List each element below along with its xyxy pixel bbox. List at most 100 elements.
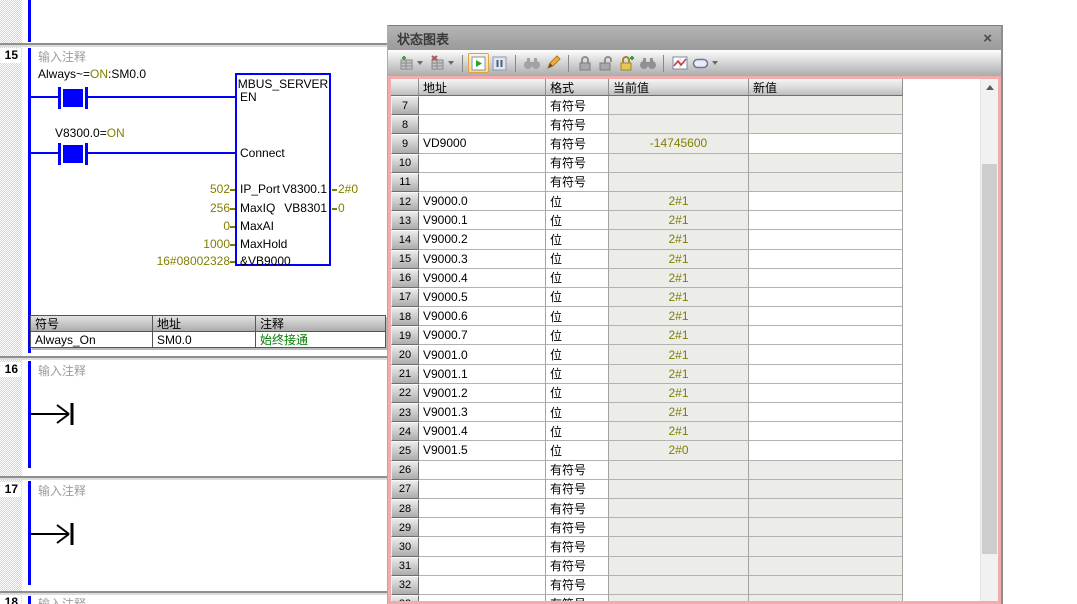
format-cell[interactable]: 有符号: [546, 499, 609, 518]
close-icon[interactable]: ×: [983, 31, 992, 46]
row-number-cell[interactable]: 25: [391, 441, 419, 460]
network-comment[interactable]: 输入注释: [38, 362, 86, 379]
address-cell[interactable]: [419, 518, 546, 537]
row-number-cell[interactable]: 22: [391, 384, 419, 403]
row-number-cell[interactable]: 11: [391, 173, 419, 192]
address-cell[interactable]: [419, 499, 546, 518]
row-number-cell[interactable]: 13: [391, 211, 419, 230]
row-number-cell[interactable]: 17: [391, 288, 419, 307]
address-cell[interactable]: [419, 595, 546, 604]
address-cell[interactable]: V9000.4: [419, 269, 546, 288]
write-all-button[interactable]: [542, 53, 563, 73]
bookmark-button[interactable]: [690, 53, 711, 73]
address-cell[interactable]: [419, 173, 546, 192]
address-cell[interactable]: [419, 480, 546, 499]
new-value-cell[interactable]: [749, 345, 903, 364]
format-cell[interactable]: 有符号: [546, 576, 609, 595]
trend-view-button[interactable]: [669, 53, 690, 73]
read-all-button[interactable]: [521, 53, 542, 73]
address-cell[interactable]: V9000.3: [419, 250, 546, 269]
format-cell[interactable]: 位: [546, 211, 609, 230]
new-value-cell[interactable]: [749, 365, 903, 384]
row-number-cell[interactable]: 31: [391, 557, 419, 576]
delete-row-button[interactable]: [426, 53, 447, 73]
format-cell[interactable]: 位: [546, 422, 609, 441]
row-number-cell[interactable]: 23: [391, 403, 419, 422]
network-comment[interactable]: 输入注释: [38, 48, 86, 65]
new-value-cell[interactable]: [749, 384, 903, 403]
format-cell[interactable]: 位: [546, 230, 609, 249]
new-value-cell[interactable]: [749, 269, 903, 288]
format-cell[interactable]: 有符号: [546, 96, 609, 115]
read-forced-button[interactable]: [637, 53, 658, 73]
contact-energized-fill[interactable]: [63, 89, 83, 107]
new-value-cell[interactable]: [749, 230, 903, 249]
new-value-cell[interactable]: [749, 192, 903, 211]
format-cell[interactable]: 有符号: [546, 518, 609, 537]
insert-row-dropdown-icon[interactable]: [417, 61, 423, 65]
chart-status-button[interactable]: [468, 53, 489, 73]
new-value-cell[interactable]: [749, 96, 903, 115]
row-number-cell[interactable]: 33: [391, 595, 419, 604]
format-cell[interactable]: 位: [546, 288, 609, 307]
address-cell[interactable]: [419, 115, 546, 134]
row-number-cell[interactable]: 26: [391, 461, 419, 480]
row-number-cell[interactable]: 18: [391, 307, 419, 326]
new-value-cell[interactable]: [749, 307, 903, 326]
contact-bar[interactable]: [58, 143, 61, 165]
new-value-cell[interactable]: [749, 557, 903, 576]
format-cell[interactable]: 位: [546, 326, 609, 345]
contact-energized-fill[interactable]: [63, 145, 83, 163]
address-cell[interactable]: V9001.5: [419, 441, 546, 460]
format-cell[interactable]: 有符号: [546, 173, 609, 192]
header-address[interactable]: 地址: [419, 79, 546, 96]
header-current-value[interactable]: 当前值: [609, 79, 749, 96]
new-value-cell[interactable]: [749, 461, 903, 480]
format-cell[interactable]: 有符号: [546, 595, 609, 604]
address-cell[interactable]: V9001.2: [419, 384, 546, 403]
address-cell[interactable]: [419, 96, 546, 115]
row-number-cell[interactable]: 24: [391, 422, 419, 441]
address-cell[interactable]: V9001.0: [419, 345, 546, 364]
pause-chart-button[interactable]: [489, 53, 510, 73]
row-number-cell[interactable]: 29: [391, 518, 419, 537]
branch-arrow[interactable]: [31, 401, 79, 427]
scrollbar-thumb[interactable]: [982, 164, 997, 554]
address-cell[interactable]: V9001.4: [419, 422, 546, 441]
pin-input-value[interactable]: 502: [100, 182, 230, 196]
new-value-cell[interactable]: [749, 154, 903, 173]
contact-bar[interactable]: [58, 87, 61, 109]
format-cell[interactable]: 位: [546, 384, 609, 403]
row-number-cell[interactable]: 8: [391, 115, 419, 134]
address-cell[interactable]: V9000.0: [419, 192, 546, 211]
row-number-cell[interactable]: 28: [391, 499, 419, 518]
row-number-cell[interactable]: 20: [391, 345, 419, 364]
new-value-cell[interactable]: [749, 537, 903, 556]
format-cell[interactable]: 有符号: [546, 134, 609, 153]
force-button[interactable]: [574, 53, 595, 73]
branch-arrow[interactable]: [31, 521, 79, 547]
row-number-cell[interactable]: 21: [391, 365, 419, 384]
row-number-cell[interactable]: 7: [391, 96, 419, 115]
new-value-cell[interactable]: [749, 441, 903, 460]
address-cell[interactable]: V9000.7: [419, 326, 546, 345]
format-cell[interactable]: 有符号: [546, 537, 609, 556]
pin-output-value[interactable]: 2#0: [338, 182, 358, 196]
address-cell[interactable]: [419, 576, 546, 595]
new-value-cell[interactable]: [749, 250, 903, 269]
vertical-scrollbar[interactable]: [980, 79, 998, 601]
address-cell[interactable]: [419, 537, 546, 556]
pin-input-value[interactable]: 0: [100, 219, 230, 233]
format-cell[interactable]: 有符号: [546, 115, 609, 134]
new-value-cell[interactable]: [749, 403, 903, 422]
address-cell[interactable]: V9000.2: [419, 230, 546, 249]
pin-input-value[interactable]: 1000: [100, 237, 230, 251]
bookmark-dropdown-icon[interactable]: [712, 61, 718, 65]
force-new-button[interactable]: [616, 53, 637, 73]
row-number-cell[interactable]: 16: [391, 269, 419, 288]
address-cell[interactable]: [419, 154, 546, 173]
row-number-cell[interactable]: 27: [391, 480, 419, 499]
unforce-button[interactable]: [595, 53, 616, 73]
new-value-cell[interactable]: [749, 595, 903, 604]
format-cell[interactable]: 位: [546, 403, 609, 422]
